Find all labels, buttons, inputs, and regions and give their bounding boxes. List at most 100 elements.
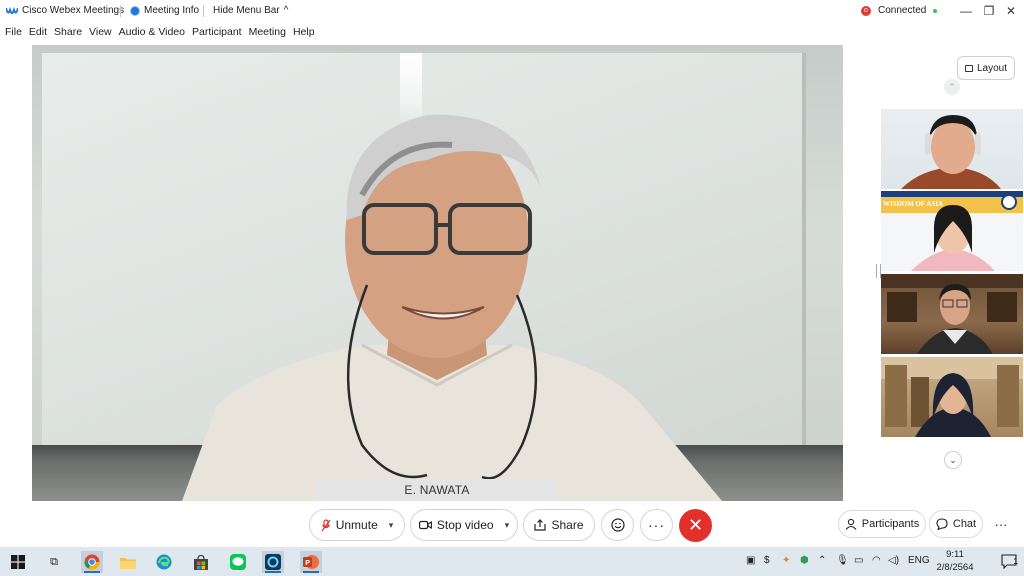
participants-label: Participants: [861, 518, 920, 530]
participant-video-4[interactable]: [881, 357, 1023, 437]
close-icon: ✕: [687, 515, 704, 535]
participant-figure: [881, 274, 1023, 354]
currency-tray-icon[interactable]: $: [764, 555, 770, 566]
taskbar-store[interactable]: [190, 551, 212, 573]
restore-button[interactable]: ❐: [978, 1, 1000, 21]
notification-center-button[interactable]: 1: [1001, 553, 1018, 570]
taskbar-file-explorer[interactable]: [117, 551, 139, 573]
panel-resize-handle[interactable]: [876, 264, 881, 278]
battery-icon[interactable]: ▭: [854, 555, 863, 566]
chevron-up-icon[interactable]: ⌃: [818, 555, 826, 566]
menu-audio-video[interactable]: Audio & Video: [118, 26, 186, 42]
notification-count: 1: [1013, 557, 1018, 566]
connected-indicator-icon: [933, 8, 938, 13]
participant-video-1[interactable]: [881, 109, 1023, 189]
participant-figure: [911, 194, 1017, 271]
menu-bar: File Edit Share View Audio & Video Parti…: [0, 26, 316, 42]
stop-video-button[interactable]: Stop video ▾: [410, 509, 518, 541]
unmute-button[interactable]: Unmute ▾: [309, 509, 405, 541]
taskbar-webex[interactable]: [262, 551, 284, 573]
clock-date: 2/8/2564: [936, 562, 974, 573]
chrome-icon: [84, 554, 100, 570]
svg-text:P: P: [305, 560, 310, 567]
chat-button[interactable]: Chat: [929, 510, 983, 538]
menu-file[interactable]: File: [4, 26, 23, 42]
participant-figure: [881, 357, 1023, 437]
menu-help[interactable]: Help: [292, 26, 316, 42]
app-name: Cisco Webex Meetings: [22, 5, 125, 16]
participant-video-3[interactable]: [881, 274, 1023, 354]
hide-menu-bar-label: Hide Menu Bar: [213, 5, 280, 16]
end-meeting-button[interactable]: ✕: [679, 509, 712, 542]
windows-start-button[interactable]: [7, 551, 29, 573]
taskbar-powerpoint[interactable]: P: [300, 551, 322, 573]
participants-button[interactable]: Participants: [838, 510, 926, 538]
participant-video-2[interactable]: WISDOM OF ASIA: [881, 191, 1023, 271]
menu-share[interactable]: Share: [53, 26, 83, 42]
line-app-icon: [230, 554, 246, 570]
person-icon: [845, 518, 857, 530]
active-indicator: [84, 571, 100, 573]
reactions-button[interactable]: [601, 509, 634, 541]
more-icon: ···: [994, 516, 1008, 532]
task-view-button[interactable]: ⧉: [43, 551, 65, 573]
menu-meeting[interactable]: Meeting: [248, 26, 287, 42]
speaker-figure: [182, 114, 722, 501]
more-icon: ···: [648, 517, 665, 533]
stop-video-label: Stop video: [436, 518, 494, 532]
meeting-info-button[interactable]: Meeting Info: [130, 5, 199, 16]
microphone-tray-icon[interactable]: 🎙: [836, 555, 849, 566]
task-view-icon: ⧉: [50, 555, 58, 568]
panel-more-button[interactable]: ···: [987, 510, 1015, 538]
scroll-up-button[interactable]: ⌃: [944, 79, 960, 95]
chevron-up-icon: ^: [283, 5, 289, 16]
share-icon: [534, 519, 547, 531]
taskbar-edge[interactable]: [153, 551, 175, 573]
chat-label: Chat: [952, 518, 977, 530]
title-bar: Cisco Webex Meetings Meeting Info Hide M…: [0, 0, 1024, 22]
webex-icon: [265, 554, 281, 570]
layout-icon: [964, 64, 973, 72]
menu-edit[interactable]: Edit: [28, 26, 48, 42]
active-indicator: [265, 571, 281, 573]
minimize-button[interactable]: —: [955, 1, 977, 21]
edge-icon: [156, 554, 172, 570]
webex-tray-icon[interactable]: ▣: [746, 555, 755, 566]
video-camera-icon: [418, 520, 432, 530]
chat-bubble-icon: [936, 518, 948, 530]
chevron-down-icon[interactable]: ▾: [505, 520, 510, 531]
windows-taskbar: ⧉ P ▣ $ ✦ ⬢ ⌃ 🎙 ▭ ◠ ◁) ENG 1: [0, 547, 1024, 576]
share-label: Share: [551, 518, 584, 532]
scroll-down-button[interactable]: ⌄: [944, 451, 962, 469]
participant-figure: [901, 115, 1001, 189]
smiley-icon: [610, 518, 625, 532]
divider: [120, 5, 121, 17]
wifi-icon[interactable]: ◠: [872, 555, 881, 566]
record-icon: o: [861, 5, 871, 16]
speaker-volume-icon[interactable]: ◁): [888, 555, 899, 566]
menu-participant[interactable]: Participant: [191, 26, 243, 42]
webex-logo-icon: [6, 6, 18, 14]
input-language-indicator[interactable]: ENG: [908, 555, 930, 566]
taskbar-chrome[interactable]: [81, 551, 103, 573]
powerpoint-icon: P: [303, 555, 319, 569]
connection-status: o Connected: [861, 5, 938, 16]
layout-button[interactable]: Layout: [957, 56, 1015, 80]
app-tray-icon[interactable]: ✦: [782, 555, 790, 566]
system-clock[interactable]: 9:11 2/8/2564: [930, 548, 980, 574]
chevron-down-icon[interactable]: ▾: [389, 520, 394, 531]
active-speaker-video[interactable]: [32, 45, 843, 501]
close-button[interactable]: ✕: [1000, 1, 1022, 21]
taskbar-line[interactable]: [227, 551, 249, 573]
meeting-info-label: Meeting Info: [144, 5, 200, 16]
menu-view[interactable]: View: [88, 26, 113, 42]
active-indicator: [303, 571, 319, 573]
hide-menu-bar-button[interactable]: Hide Menu Bar ^: [213, 5, 288, 16]
app-title: Cisco Webex Meetings: [6, 5, 124, 16]
speaker-name: E. NAWATA: [404, 483, 470, 497]
clock-time: 9:11: [946, 549, 964, 560]
more-options-button[interactable]: ···: [640, 509, 673, 541]
folder-icon: [120, 557, 136, 569]
share-button[interactable]: Share: [523, 509, 595, 541]
network-share-tray-icon[interactable]: ⬢: [800, 555, 809, 566]
